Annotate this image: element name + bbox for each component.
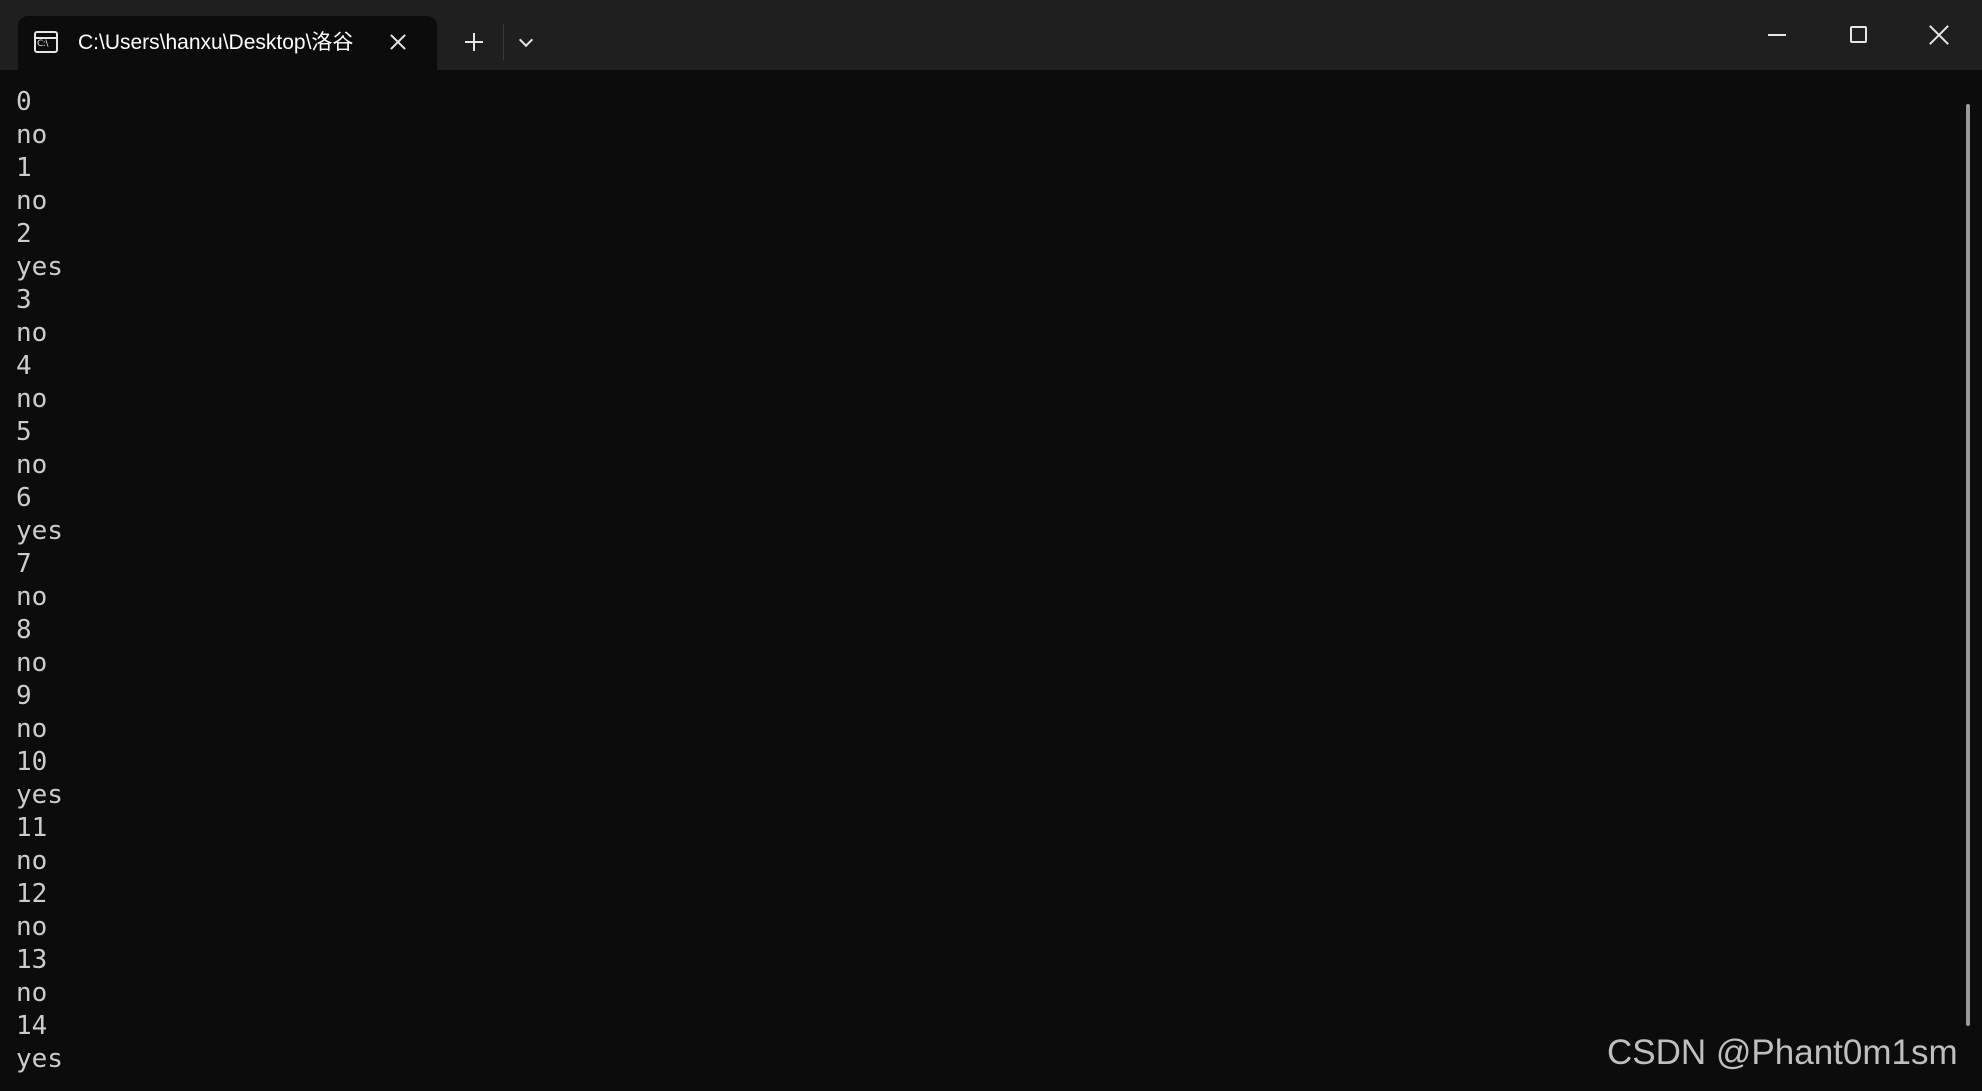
watermark: CSDN @Phant0m1sm <box>1607 1033 1958 1072</box>
terminal-line: yes <box>16 1044 63 1074</box>
tab-close-icon[interactable] <box>385 29 411 55</box>
tab-title: C:\Users\hanxu\Desktop\洛谷 <box>78 31 354 54</box>
terminal-line: no <box>16 120 48 150</box>
terminal-icon-label: C:\ <box>37 39 48 49</box>
terminal-line: 8 <box>16 615 32 645</box>
terminal-line: no <box>16 912 48 942</box>
window-close-button[interactable] <box>1908 10 1968 60</box>
terminal-line: 6 <box>16 483 32 513</box>
terminal-line: no <box>16 582 48 612</box>
terminal-lines: 0 no 1 no 2 yes 3 no 4 no 5 no 6 yes 7 no 8 no 9 no 10 yes 11 n… <box>16 86 63 1076</box>
tab-dropdown-chevron-down-icon[interactable] <box>514 28 540 54</box>
terminal-line: 0 <box>16 87 32 117</box>
terminal-line: 4 <box>16 351 32 381</box>
terminal-line: no <box>16 978 48 1008</box>
terminal-line: 9 <box>16 681 32 711</box>
terminal-line: 14 <box>16 1011 48 1041</box>
tab-command-prompt[interactable]: C:\ C:\Users\hanxu\Desktop\洛谷 <box>18 16 437 70</box>
terminal-line: no <box>16 648 48 678</box>
terminal-line: 11 <box>16 813 48 843</box>
tabstrip-divider <box>503 24 504 60</box>
terminal-output[interactable]: 0 no 1 no 2 yes 3 no 4 no 5 no 6 yes 7 no 8 no 9 no 10 yes 11 n… <box>0 70 1960 1091</box>
terminal-line: 12 <box>16 879 48 909</box>
new-tab-plus-icon[interactable] <box>460 28 488 56</box>
terminal-line: 3 <box>16 285 32 315</box>
terminal-line: yes <box>16 516 63 546</box>
terminal-line: yes <box>16 780 63 810</box>
scrollbar[interactable] <box>1966 104 1970 1026</box>
terminal-line: 1 <box>16 153 32 183</box>
terminal-line: no <box>16 450 48 480</box>
terminal-line: 10 <box>16 747 48 777</box>
terminal-line: no <box>16 186 48 216</box>
terminal-line: yes <box>16 252 63 282</box>
title-bar[interactable]: C:\ C:\Users\hanxu\Desktop\洛谷 <box>0 0 1982 70</box>
terminal-line: no <box>16 714 48 744</box>
terminal-icon: C:\ <box>34 31 58 53</box>
terminal-line: 5 <box>16 417 32 447</box>
terminal-window: C:\ C:\Users\hanxu\Desktop\洛谷 0 no 1 no 2 yes… <box>0 0 1982 1091</box>
terminal-line: no <box>16 846 48 876</box>
terminal-line: 7 <box>16 549 32 579</box>
terminal-line: 2 <box>16 219 32 249</box>
maximize-button[interactable] <box>1828 10 1888 60</box>
terminal-line: no <box>16 384 48 414</box>
terminal-line: no <box>16 318 48 348</box>
terminal-line: 13 <box>16 945 48 975</box>
minimize-button[interactable] <box>1748 10 1808 60</box>
